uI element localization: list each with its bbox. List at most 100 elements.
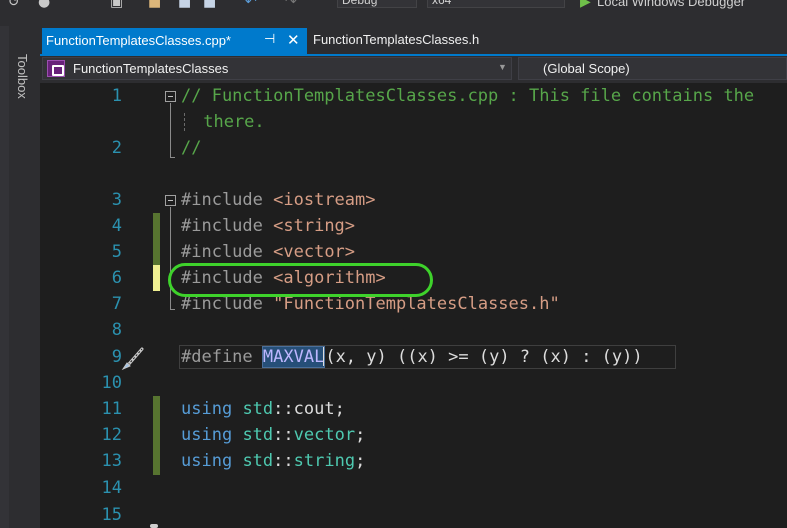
line-number: 1 <box>111 86 122 106</box>
collapse-region-icon[interactable] <box>165 91 176 102</box>
undo-icon[interactable]: ↶ <box>245 0 257 10</box>
start-debugging-icon[interactable]: ▶ <box>580 0 591 10</box>
project-dropdown[interactable]: FunctionTemplatesClasses ▼ <box>42 57 512 80</box>
selected-macro-name: MAXVAL <box>261 346 326 368</box>
identifier: vector <box>293 425 356 445</box>
navigate-forward-icon[interactable]: ● <box>38 0 50 10</box>
navigate-back-icon[interactable]: ↺ <box>8 0 20 10</box>
line-number: 8 <box>111 320 122 340</box>
semicolon: ; <box>355 425 366 445</box>
open-folder-icon[interactable]: ■ <box>148 0 161 10</box>
navigation-bar: FunctionTemplatesClasses ▼ (Global Scope… <box>40 56 787 83</box>
namespace: std <box>242 425 274 445</box>
quick-actions-brush-icon[interactable] <box>120 345 148 371</box>
namespace: std <box>242 451 274 471</box>
semicolon: ; <box>355 451 366 471</box>
line-number: 10 <box>101 373 122 393</box>
scroll-indicator <box>150 524 158 528</box>
namespace: std <box>242 399 274 419</box>
include-header: <iostream> <box>273 190 376 210</box>
pin-tab-icon[interactable]: ⊣ <box>264 31 275 47</box>
line-number: 13 <box>101 451 122 471</box>
line-number: 9 <box>111 347 122 367</box>
code-line-13: using std::vector; <box>181 422 365 448</box>
scope-dropdown-label: (Global Scope) <box>543 61 630 76</box>
line-number: 12 <box>101 425 122 445</box>
code-line-6: #include <vector> <box>181 239 355 265</box>
comment-text: // FunctionTemplatesClasses.cpp : This f… <box>181 86 755 106</box>
preprocessor-directive: #include <box>181 190 263 210</box>
toolbox-rail <box>0 26 9 528</box>
change-indicator-unsaved <box>153 265 160 291</box>
identifier: string <box>293 451 356 471</box>
semicolon: ; <box>334 399 345 419</box>
preprocessor-directive: #include <box>181 294 263 314</box>
line-number-margin: 1 2 3 4 5 6 7 8 9 10 11 12 13 14 15 <box>40 83 130 528</box>
start-debugging-button[interactable]: Local Windows Debugger <box>597 0 745 9</box>
code-line-4: #include <iostream> <box>181 187 376 213</box>
solution-platform-dropdown[interactable]: x64 <box>427 0 565 8</box>
outline-guide <box>170 103 171 157</box>
change-indicator-saved <box>153 396 160 475</box>
tab-label: FunctionTemplatesClasses.h <box>313 32 480 47</box>
solution-configuration-dropdown[interactable]: Debug <box>337 0 417 8</box>
outline-guide <box>170 207 171 309</box>
project-dropdown-label: FunctionTemplatesClasses <box>73 61 229 76</box>
code-line-1-wrap: there. <box>193 109 265 135</box>
line-number: 4 <box>111 216 122 236</box>
preprocessor-directive: #include <box>181 216 263 236</box>
keyword: using <box>181 451 233 471</box>
redo-icon[interactable]: ↷ <box>285 0 297 10</box>
macro-body: (x, y) ((x) >= (y) ? (x) : (y)) <box>325 347 643 367</box>
change-indicator-saved <box>153 213 160 265</box>
comment-text: // <box>181 138 202 158</box>
code-line-5: #include <string> <box>181 213 355 239</box>
preprocessor-directive: #include <box>181 242 263 262</box>
code-line-14: using std::string; <box>181 448 365 474</box>
toolbox-tab[interactable]: Toolbox <box>10 54 32 114</box>
save-all-icon[interactable]: ■ <box>203 0 216 10</box>
main-toolbar: ↺ ● ▣ ■ ■ ■ ↶ ↷ Debug x64 ▶ Local Window… <box>0 0 787 26</box>
line-number: 3 <box>111 190 122 210</box>
code-line-1: // FunctionTemplatesClasses.cpp : This f… <box>181 83 754 109</box>
tab-function-templates-classes-cpp[interactable]: FunctionTemplatesClasses.cpp* ⊣ ✕ <box>42 28 307 54</box>
code-line-12: using std::cout; <box>181 396 345 422</box>
code-editor[interactable]: 1 2 3 4 5 6 7 8 9 10 11 12 13 14 15 // F… <box>40 83 787 528</box>
keyword: using <box>181 425 233 445</box>
save-icon[interactable]: ■ <box>178 0 191 10</box>
line-number: 7 <box>111 294 122 314</box>
line-number: 14 <box>101 478 122 498</box>
line-number: 5 <box>111 242 122 262</box>
preprocessor-directive: #define <box>181 347 253 367</box>
code-line-10: #define MAXVAL(x, y) ((x) >= (y) ? (x) :… <box>181 344 643 370</box>
include-header: <string> <box>273 216 356 236</box>
line-number: 11 <box>101 399 122 419</box>
include-header: "FunctionTemplatesClasses.h" <box>273 294 560 314</box>
comment-text: there. <box>193 112 265 132</box>
outline-guide-end <box>170 157 175 158</box>
identifier: cout <box>293 399 335 419</box>
line-number: 2 <box>111 138 122 158</box>
tab-label: FunctionTemplatesClasses.cpp* <box>46 33 231 48</box>
cpp-project-icon <box>47 60 65 77</box>
keyword: using <box>181 399 233 419</box>
chevron-down-icon: ▼ <box>498 62 507 72</box>
indent-guide <box>184 113 185 131</box>
include-header: <vector> <box>273 242 356 262</box>
collapse-region-icon[interactable] <box>165 195 176 206</box>
document-tab-bar: FunctionTemplatesClasses.cpp* ⊣ ✕ Functi… <box>40 26 787 54</box>
new-item-icon[interactable]: ▣ <box>110 0 123 10</box>
outline-guide-end <box>170 309 175 310</box>
line-number: 15 <box>101 505 122 525</box>
code-line-2: // <box>181 135 201 161</box>
scope-dropdown[interactable]: (Global Scope) <box>518 57 787 80</box>
scope-operator: :: <box>273 451 294 471</box>
line-number: 6 <box>111 268 122 288</box>
toolbox-label: Toolbox <box>15 54 30 99</box>
scope-operator: :: <box>273 399 294 419</box>
toolbox-strip: Toolbox <box>0 26 40 528</box>
tab-function-templates-classes-h[interactable]: FunctionTemplatesClasses.h <box>307 28 485 54</box>
close-tab-icon[interactable]: ✕ <box>287 31 300 49</box>
highlight-annotation-ellipse <box>168 263 433 297</box>
scope-operator: :: <box>273 425 294 445</box>
